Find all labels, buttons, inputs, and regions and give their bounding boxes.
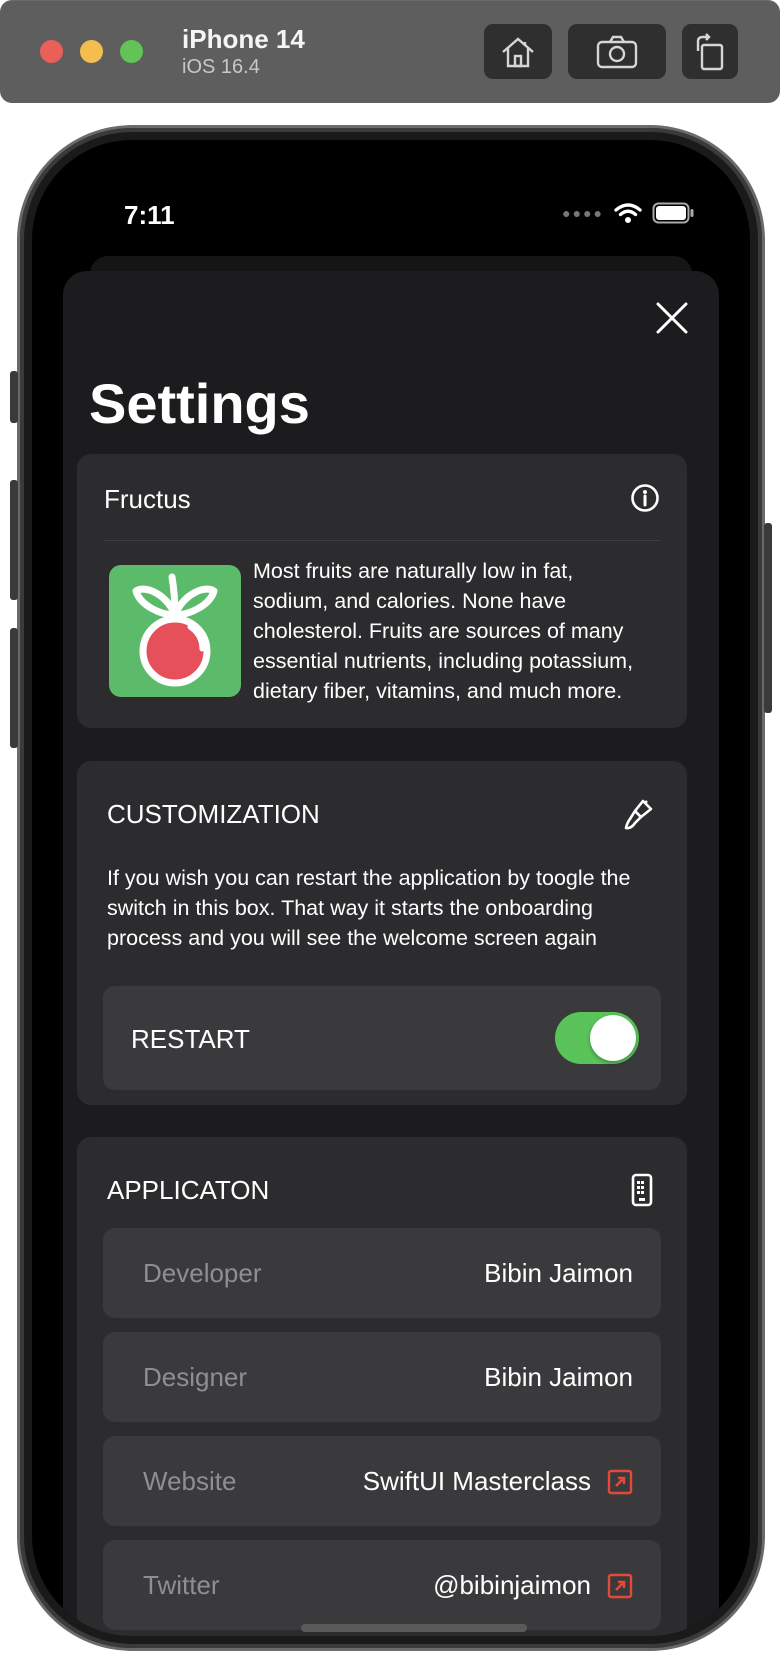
external-link-icon[interactable] [607, 1573, 633, 1599]
os-version: iOS 16.4 [182, 56, 260, 78]
row-label: Website [143, 1466, 237, 1496]
website-link[interactable]: SwiftUI Masterclass [363, 1466, 591, 1497]
customization-description: If you wish you can restart the applicat… [107, 863, 630, 953]
about-line: Most fruits are naturally low in fat, [253, 559, 574, 583]
restart-row: RESTART [103, 986, 661, 1090]
screenshot-button[interactable] [568, 24, 666, 79]
developer-value: Bibin Jaimon [484, 1258, 633, 1288]
restart-toggle[interactable] [555, 1012, 639, 1064]
info-icon [631, 484, 659, 512]
twitter-row[interactable]: Twitter @bibinjaimon [103, 1540, 661, 1630]
about-card: Fructus Most fruits are naturally low in… [77, 454, 687, 728]
device-frame: 7:11 ●●●● Settings Fructus Most fruits a… [10, 128, 772, 1648]
screenshot-icon [596, 35, 638, 68]
designer-row: Designer Bibin Jaimon [103, 1332, 661, 1422]
wifi-icon [614, 203, 642, 223]
customization-line: process and you will see the welcome scr… [107, 926, 597, 950]
row-label: Developer [143, 1258, 262, 1288]
customization-line: switch in this box. That way it starts t… [107, 896, 593, 920]
rotate-icon [696, 32, 724, 70]
paintbrush-icon [624, 799, 653, 830]
row-value: Bibin Jaimon [484, 1258, 633, 1289]
row-label: Designer [143, 1362, 248, 1392]
row-value: Bibin Jaimon [484, 1362, 633, 1393]
battery-icon [652, 202, 694, 224]
about-line: dietary fiber, vitamins, and much more. [253, 679, 623, 703]
about-line: essential nutrients, including potassium… [253, 649, 634, 673]
row-value[interactable]: SwiftUI Masterclass [363, 1466, 633, 1497]
external-link-icon[interactable] [607, 1469, 633, 1495]
power-button [764, 523, 772, 713]
xmark-icon [656, 302, 688, 334]
zoom-window-button[interactable] [120, 40, 143, 63]
row-label: Twitter [143, 1570, 220, 1600]
home-button[interactable] [484, 24, 552, 79]
designer-value: Bibin Jaimon [484, 1362, 633, 1392]
page-title: Settings [89, 372, 310, 435]
app-logo [109, 565, 241, 697]
toggle-knob [590, 1015, 636, 1061]
fruit-logo-icon [132, 573, 218, 687]
about-divider [104, 540, 660, 541]
minimize-window-button[interactable] [80, 40, 103, 63]
home-icon [502, 36, 534, 67]
screen: 7:11 ●●●● Settings Fructus Most fruits a… [32, 140, 750, 1636]
customization-card: CUSTOMIZATION If you wish you can restar… [77, 761, 687, 1105]
restart-label: RESTART [131, 1024, 250, 1054]
website-row[interactable]: Website SwiftUI Masterclass [103, 1436, 661, 1526]
status-icons: ●●●● [562, 202, 694, 224]
simulator-titlebar: iPhone 14 iOS 16.4 [0, 0, 780, 103]
status-time: 7:11 [124, 200, 175, 230]
about-title: Fructus [104, 484, 191, 514]
device-name: iPhone 14 [182, 24, 305, 54]
application-title: APPLICATON [107, 1175, 270, 1205]
cellular-icon: ●●●● [562, 205, 604, 221]
close-window-button[interactable] [40, 40, 63, 63]
developer-row: Developer Bibin Jaimon [103, 1228, 661, 1318]
customization-title: CUSTOMIZATION [107, 799, 320, 829]
home-indicator[interactable] [301, 1624, 527, 1632]
device-icon [631, 1173, 653, 1207]
rotate-button[interactable] [682, 24, 738, 79]
volume-up-button [10, 480, 18, 600]
volume-down-button [10, 628, 18, 748]
row-value[interactable]: @bibinjaimon [433, 1570, 633, 1601]
about-line: cholesterol. Fruits are sources of many [253, 619, 624, 643]
silent-switch [10, 371, 18, 423]
application-card: APPLICATON Developer Bibin Jaimon Design… [77, 1137, 687, 1636]
close-button[interactable] [655, 301, 689, 335]
twitter-link[interactable]: @bibinjaimon [433, 1570, 591, 1601]
about-line: sodium, and calories. None have [253, 589, 567, 613]
customization-line: If you wish you can restart the applicat… [107, 866, 631, 890]
settings-sheet: Settings Fructus Most fruits are natural… [63, 271, 719, 1636]
about-description: Most fruits are naturally low in fat, so… [253, 556, 633, 706]
